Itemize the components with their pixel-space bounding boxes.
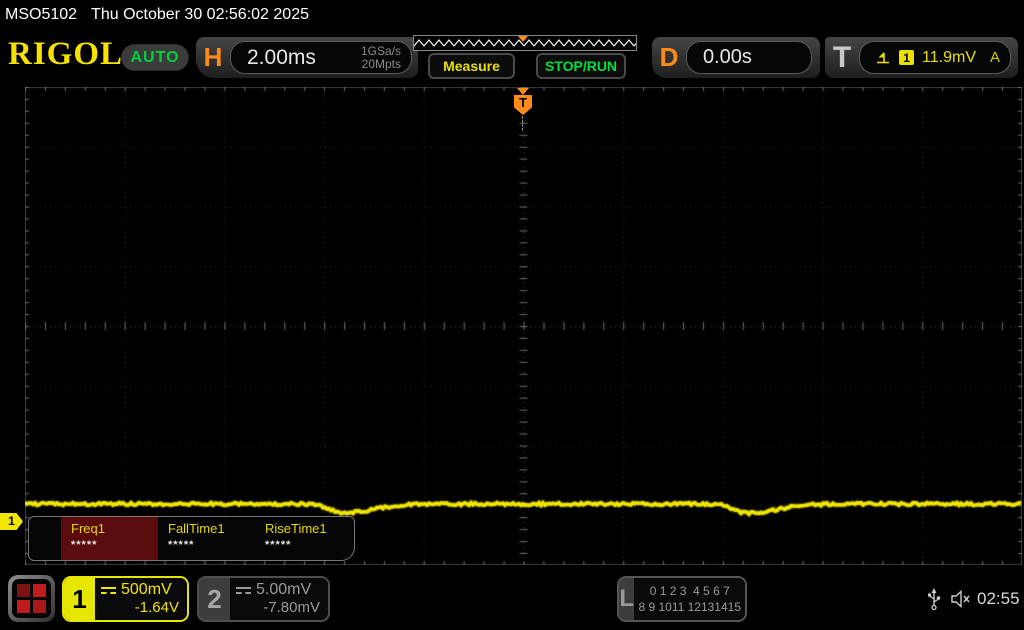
measurement-name: RiseTime1: [265, 521, 352, 536]
measurement-name: Freq1: [71, 521, 158, 536]
graticule-canvas: [25, 87, 1022, 565]
channel2-scale: 5.00mV: [256, 581, 311, 599]
speaker-mute-icon[interactable]: [950, 589, 974, 609]
measurement-value: *****: [71, 539, 158, 551]
function-menu-button[interactable]: [8, 575, 55, 622]
channel1-scale: 500mV: [121, 581, 172, 599]
delay-display[interactable]: 0.00s: [686, 41, 812, 74]
measurement-name: FallTime1: [168, 521, 255, 536]
sample-rate: 1GSa/s: [361, 44, 401, 58]
channel1-tab: 1: [64, 578, 95, 620]
channel2-status-box[interactable]: 2 5.00mV -7.80mV: [197, 576, 330, 622]
delay-settings-box[interactable]: D 0.00s: [652, 37, 820, 78]
timebase-display[interactable]: 2.00ms 1GSa/s 20Mpts: [230, 41, 412, 74]
trigger-position-caret-icon[interactable]: [517, 88, 529, 95]
trigger-marker-tail: [522, 116, 523, 131]
horizontal-label: H: [196, 42, 230, 73]
delay-value: 0.00s: [703, 46, 752, 69]
delay-label: D: [652, 42, 686, 73]
memory-depth: 20Mpts: [362, 57, 401, 71]
measurement-panel: Freq1 ***** FallTime1 ***** RiseTime1 **…: [28, 516, 355, 561]
menu-grid-icon: [12, 579, 51, 618]
datetime: Thu October 30 02:56:02 2025: [91, 6, 309, 24]
logic-row-8-15: 8 9 1011 12131415: [638, 600, 741, 614]
channel1-offset: -1.64V: [101, 599, 179, 616]
trigger-level-value: 11.9mV: [922, 49, 976, 67]
logic-channel-list: 0 1 2 3 4 5 6 7 8 9 1011 12131415: [634, 578, 745, 620]
channel1-values: 500mV -1.64V: [95, 578, 187, 620]
top-info-bar: MSO5102 Thu October 30 02:56:02 2025: [0, 0, 1024, 30]
channel1-offset-marker[interactable]: 1: [0, 513, 23, 530]
logic-tab: L: [619, 578, 634, 620]
trigger-settings-box[interactable]: T 1 11.9mV A: [825, 37, 1018, 78]
trigger-slope-icon: [876, 51, 891, 64]
timebase-value: 2.00ms: [247, 46, 361, 70]
logic-row-0-7: 0 1 2 3 4 5 6 7: [638, 584, 741, 598]
trigger-source-badge: 1: [899, 50, 914, 65]
oscilloscope-screen: MSO5102 Thu October 30 02:56:02 2025 RIG…: [0, 0, 1024, 630]
channel2-tab: 2: [199, 578, 230, 620]
stop-run-button[interactable]: STOP/RUN: [536, 53, 626, 79]
measure-button[interactable]: Measure: [428, 53, 515, 79]
horizontal-settings-box[interactable]: H 2.00ms 1GSa/s 20Mpts: [196, 37, 418, 78]
channel2-values: 5.00mV -7.80mV: [230, 578, 328, 620]
memory-trigger-caret-icon: [518, 36, 528, 42]
measurement-falltime1[interactable]: FallTime1 *****: [158, 517, 255, 560]
measurement-gutter: [29, 517, 61, 560]
trigger-status-badge: AUTO: [121, 44, 189, 71]
model-name: MSO5102: [5, 6, 77, 24]
rigol-logo: RIGOL: [8, 36, 123, 73]
channel1-status-box[interactable]: 1 500mV -1.64V: [62, 576, 189, 622]
measurement-value: *****: [168, 539, 255, 551]
clock: 02:55: [977, 589, 1020, 609]
acquisition-info: 1GSa/s 20Mpts: [361, 45, 401, 71]
dc-coupling-icon: [101, 587, 116, 594]
trigger-mode: A: [990, 49, 1000, 66]
logic-channels-box[interactable]: L 0 1 2 3 4 5 6 7 8 9 1011 12131415: [617, 576, 747, 622]
measurement-value: *****: [265, 539, 352, 551]
dc-coupling-icon: [236, 587, 251, 594]
usb-icon: [927, 587, 941, 611]
measurement-freq1[interactable]: Freq1 *****: [61, 517, 158, 560]
measurement-risetime1[interactable]: RiseTime1 *****: [255, 517, 352, 560]
trigger-label: T: [825, 41, 859, 75]
trigger-display[interactable]: 1 11.9mV A: [859, 41, 1011, 74]
channel2-offset: -7.80mV: [236, 599, 320, 616]
